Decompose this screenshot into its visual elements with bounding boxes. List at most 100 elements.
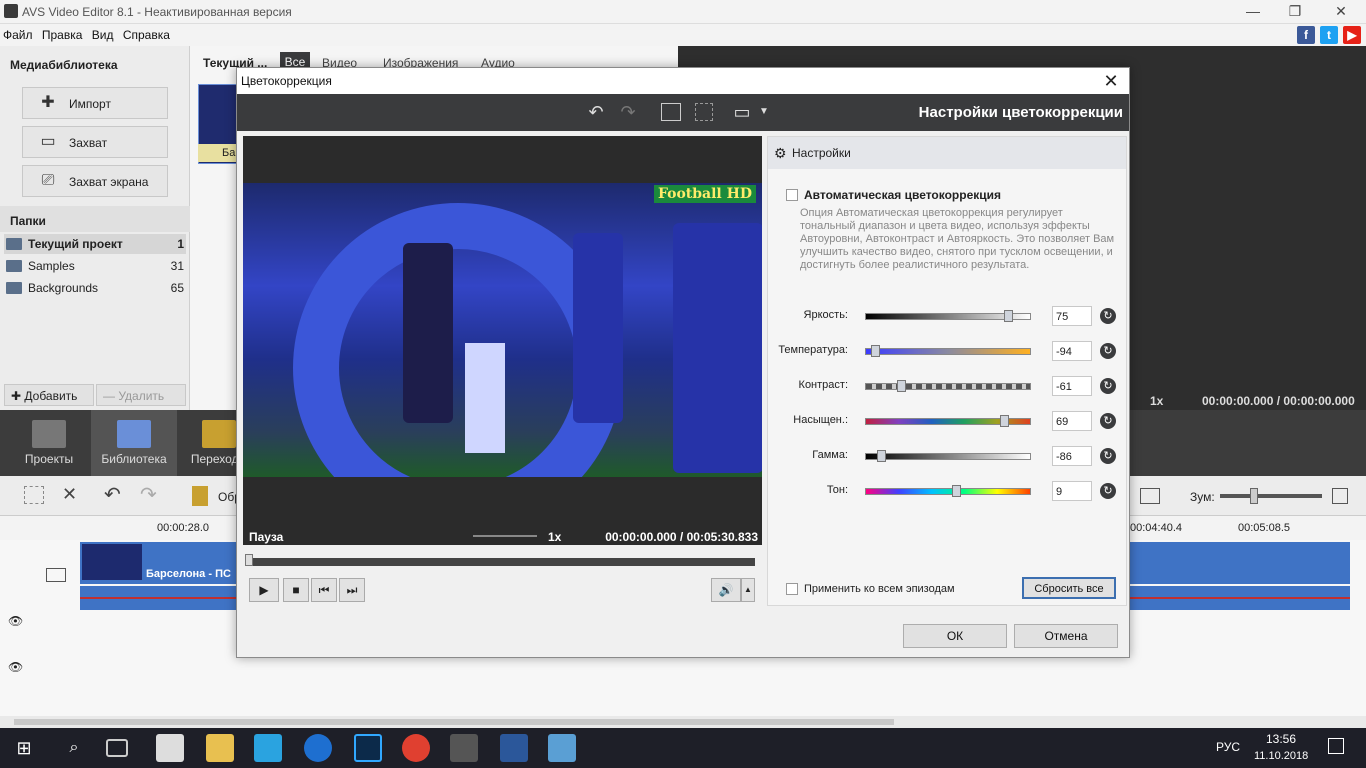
slider-thumb[interactable] xyxy=(896,380,906,392)
slider-track[interactable] xyxy=(865,345,1031,357)
reset-all-button[interactable]: Сбросить все xyxy=(1022,577,1116,599)
menu-edit[interactable]: Правка xyxy=(39,24,86,46)
menu-file[interactable]: Файл xyxy=(0,24,36,46)
undo-icon[interactable]: ↶ xyxy=(585,102,607,122)
clip-thumbnail xyxy=(82,544,142,580)
slider-value-field[interactable]: 69 xyxy=(1052,411,1092,431)
task-view-icon[interactable] xyxy=(106,739,128,757)
redo-icon[interactable]: ↷ xyxy=(140,482,157,507)
volume-dropdown-icon[interactable]: ▲ xyxy=(741,578,755,602)
folder-current-project[interactable]: Текущий проект 1 xyxy=(4,234,186,254)
store-icon[interactable] xyxy=(254,734,282,762)
eye-icon[interactable]: 👁 xyxy=(8,614,23,628)
chrome-icon[interactable] xyxy=(402,734,430,762)
slider-thumb[interactable] xyxy=(999,415,1009,427)
auto-correction-checkbox[interactable] xyxy=(786,189,798,201)
ruler-label: 00:05:08.5 xyxy=(1238,522,1290,534)
clapperboard-icon xyxy=(32,420,66,448)
screen-capture-button[interactable]: ⎚ Захват экрана xyxy=(22,165,168,197)
grid-icon[interactable] xyxy=(695,103,713,121)
trim-icon[interactable] xyxy=(192,486,208,506)
paint-icon[interactable] xyxy=(548,734,576,762)
volume-button[interactable]: 🔊 xyxy=(711,578,741,602)
language-indicator[interactable]: РУС xyxy=(1216,740,1240,754)
youtube-icon[interactable]: ▶ xyxy=(1343,26,1361,44)
slider-value-field[interactable]: 9 xyxy=(1052,481,1092,501)
speed-slider[interactable] xyxy=(473,535,537,537)
tab-library[interactable]: Библиотека xyxy=(91,410,177,476)
seek-thumb[interactable] xyxy=(245,554,253,566)
import-button[interactable]: ✚ Импорт xyxy=(22,87,168,119)
reset-icon[interactable]: ↻ xyxy=(1100,378,1116,394)
slider-track[interactable] xyxy=(865,380,1031,392)
media-thumbnail-label: Ба xyxy=(198,144,238,162)
folder-samples[interactable]: Samples 31 xyxy=(4,256,186,276)
word-icon[interactable] xyxy=(500,734,528,762)
delete-folder-button[interactable]: — Удалить xyxy=(96,384,186,406)
video-track-icon xyxy=(46,568,66,582)
menu-help[interactable]: Справка xyxy=(120,24,173,46)
reset-icon[interactable]: ↻ xyxy=(1100,343,1116,359)
start-icon[interactable]: ⊞ xyxy=(10,734,38,762)
slider-track[interactable] xyxy=(865,415,1031,427)
previous-button[interactable]: ⏮ xyxy=(311,578,337,602)
slider-value-field[interactable]: -86 xyxy=(1052,446,1092,466)
seek-bar[interactable] xyxy=(245,554,755,566)
slider-track[interactable] xyxy=(865,310,1031,322)
mail-icon[interactable] xyxy=(156,734,184,762)
add-folder-button[interactable]: ✚ Добавить xyxy=(4,384,94,406)
clock-time[interactable]: 13:56 xyxy=(1266,732,1296,746)
chevron-down-icon[interactable]: ▼ xyxy=(753,102,775,122)
timeline-scrollbar[interactable] xyxy=(0,716,1366,728)
clock-date[interactable]: 11.10.2018 xyxy=(1254,750,1308,762)
avs-icon[interactable] xyxy=(450,734,478,762)
cancel-button[interactable]: Отмена xyxy=(1014,624,1118,648)
slider-track[interactable] xyxy=(865,450,1031,462)
notifications-icon[interactable] xyxy=(1328,738,1344,754)
split-view-icon[interactable] xyxy=(661,103,681,121)
edge-icon[interactable] xyxy=(304,734,332,762)
search-icon[interactable]: ⌕ xyxy=(60,734,88,762)
photoshop-icon[interactable] xyxy=(354,734,382,762)
apply-all-checkbox[interactable] xyxy=(786,583,798,595)
folder-backgrounds[interactable]: Backgrounds 65 xyxy=(4,278,186,298)
slider-thumb[interactable] xyxy=(1004,310,1014,322)
play-button[interactable]: ▶ xyxy=(249,578,279,602)
slider-value-field[interactable]: -61 xyxy=(1052,376,1092,396)
ok-button[interactable]: ОК xyxy=(903,624,1007,648)
reset-icon[interactable]: ↻ xyxy=(1100,308,1116,324)
reset-icon[interactable]: ↻ xyxy=(1100,448,1116,464)
capture-button[interactable]: ▭ Захват xyxy=(22,126,168,158)
slider-value-field[interactable]: 75 xyxy=(1052,306,1092,326)
undo-icon[interactable]: ↶ xyxy=(104,482,121,507)
slider-thumb[interactable] xyxy=(952,485,962,497)
fit-icon[interactable] xyxy=(1332,488,1348,504)
tab-projects[interactable]: Проекты xyxy=(6,410,92,476)
monitor-icon[interactable]: ▭ xyxy=(731,102,753,122)
eye-icon[interactable]: 👁 xyxy=(8,660,23,674)
delete-icon[interactable]: ✕ xyxy=(62,484,77,505)
trophy-stand xyxy=(465,343,505,453)
twitter-icon[interactable]: t xyxy=(1320,26,1338,44)
restore-icon[interactable]: ❐ xyxy=(1284,2,1306,20)
reset-icon[interactable]: ↻ xyxy=(1100,413,1116,429)
next-button[interactable]: ⏭ xyxy=(339,578,365,602)
zoom-slider[interactable] xyxy=(1220,488,1322,504)
scroll-thumb[interactable] xyxy=(14,719,894,725)
redo-icon[interactable]: ↷ xyxy=(617,102,639,122)
close-window-icon[interactable]: ✕ xyxy=(1330,2,1352,20)
stop-button[interactable]: ■ xyxy=(283,578,309,602)
minimize-icon[interactable]: — xyxy=(1242,2,1264,20)
zoom-thumb[interactable] xyxy=(1250,488,1258,504)
facebook-icon[interactable]: f xyxy=(1297,26,1315,44)
explorer-icon[interactable] xyxy=(206,734,234,762)
slider-thumb[interactable] xyxy=(870,345,880,357)
monitor-icon[interactable] xyxy=(1140,488,1160,504)
reset-icon[interactable]: ↻ xyxy=(1100,483,1116,499)
select-icon[interactable] xyxy=(24,486,44,504)
close-icon[interactable]: ✕ xyxy=(1099,70,1123,92)
slider-thumb[interactable] xyxy=(877,450,887,462)
menu-view[interactable]: Вид xyxy=(89,24,117,46)
slider-value-field[interactable]: -94 xyxy=(1052,341,1092,361)
slider-track[interactable] xyxy=(865,485,1031,497)
